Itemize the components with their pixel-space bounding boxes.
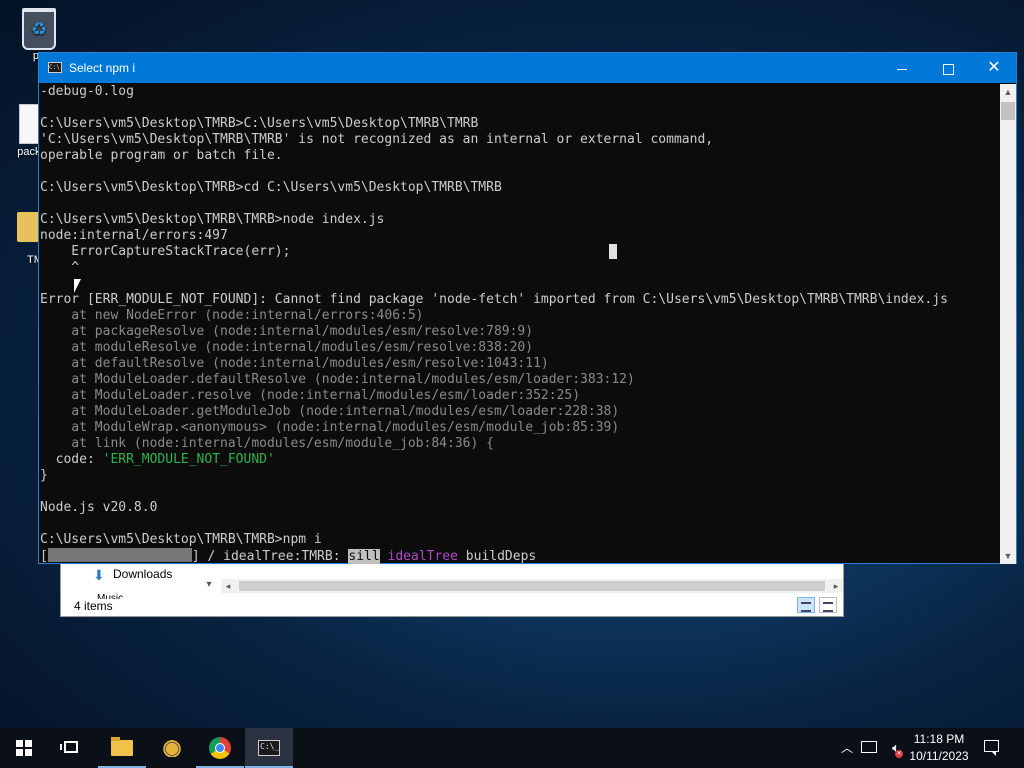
command-prompt-window[interactable]: C:\ Select npm i ✕ -debug-0.log C:\Users… [38,52,1017,564]
stack-trace-line: at packageResolve (node:internal/modules… [40,324,534,339]
close-icon: ✕ [987,59,1001,76]
file-explorer-taskbar-button[interactable] [98,728,146,768]
show-hidden-icons-chevron-icon[interactable]: ︿ [838,728,856,768]
nav-item-downloads[interactable]: ⬇ Downloads [61,561,217,585]
action-center-button[interactable] [978,728,1006,768]
console-line: C:\Users\vm5\Desktop\TMRB\TMRB>node inde… [40,212,385,227]
ideal-tree-label: idealTree [387,549,458,564]
notification-icon [984,740,999,756]
console-line: ^ [40,260,80,275]
log-level-sill: sill [348,549,380,564]
stack-trace-line: at ModuleLoader.defaultResolve (node:int… [40,372,635,387]
npm-progress-bar [47,548,192,562]
stack-trace-line: at ModuleLoader.getModuleJob (node:inter… [40,404,620,419]
console-line: ErrorCaptureStackTrace(err); [40,244,291,259]
scroll-down-icon[interactable]: ▼ [1000,548,1016,564]
scroll-thumb[interactable] [1001,102,1015,120]
console-vertical-scrollbar[interactable]: ▲ ▼ [1000,84,1016,564]
minimize-icon [897,68,907,70]
minimize-button[interactable] [879,53,925,83]
taskbar: C:\_ ︿ 🔈︎ ✕ 11:18 PM 10/11/2023 [0,728,1024,768]
error-line: Error [ERR_MODULE_NOT_FOUND]: Cannot fin… [40,292,948,307]
task-view-icon [60,741,78,753]
maximize-icon [942,63,954,75]
stack-trace-line: at new NodeError (node:internal/errors:4… [40,308,424,323]
error-code-value: 'ERR_MODULE_NOT_FOUND' [102,452,275,467]
bee-app-taskbar-button[interactable] [148,728,196,768]
item-count-status: 4 items [74,599,113,613]
network-icon[interactable] [861,741,877,753]
large-icons-view-button[interactable] [819,597,837,613]
scroll-right-icon[interactable]: ▸ [829,579,843,593]
stack-trace-line: at moduleResolve (node:internal/modules/… [40,340,534,355]
command-prompt-taskbar-button[interactable]: C:\_ [245,728,293,768]
window-title-bar[interactable]: C:\ Select npm i ✕ [39,53,1016,83]
maximize-button[interactable] [925,53,971,83]
error-code-key: code: [40,452,103,467]
command-prompt-icon: C:\ [48,62,62,73]
download-arrow-icon: ⬇ [93,567,105,583]
clock-date: 10/11/2023 [909,749,969,763]
mouse-pointer-icon [74,279,81,293]
stack-trace-line: at ModuleWrap.<anonymous> (node:internal… [40,420,620,435]
node-version-line: Node.js v20.8.0 [40,500,158,515]
console-output[interactable]: -debug-0.log C:\Users\vm5\Desktop\TMRB>C… [40,84,998,564]
npm-progress-line: [ ] / idealTree:TMRB: sill idealTree buil… [40,548,536,564]
chrome-taskbar-button[interactable] [196,728,244,768]
stack-trace-line: at ModuleLoader.resolve (node:internal/m… [40,388,581,403]
nav-scroll-down-icon[interactable]: ▾ [202,579,216,593]
scroll-thumb[interactable] [239,581,825,591]
text-cursor [609,244,617,259]
file-explorer-window: ⬇ Downloads Music ▾ ◂ ▸ 4 items [60,560,844,617]
console-line: C:\Users\vm5\Desktop\TMRB>cd C:\Users\vm… [40,180,502,195]
stack-trace-last-line: at link (node:internal/modules/esm/modul… [40,436,494,452]
file-explorer-icon [111,737,133,756]
build-deps-label: buildDeps [465,549,537,564]
scroll-left-icon[interactable]: ◂ [221,579,235,593]
window-title: Select npm i [69,61,136,75]
nav-item-label: Downloads [113,567,173,581]
volume-icon[interactable]: 🔈︎ [885,728,907,768]
details-view-button[interactable] [797,597,815,613]
console-line: } [40,468,48,483]
scroll-up-icon[interactable]: ▲ [1000,84,1016,100]
horizontal-scrollbar[interactable]: ◂ ▸ [221,579,843,593]
taskbar-clock[interactable]: 11:18 PM 10/11/2023 [905,731,973,765]
progress-open-bracket: [ [40,549,48,564]
command-prompt-icon: C:\_ [258,740,280,756]
console-line: C:\Users\vm5\Desktop\TMRB>C:\Users\vm5\D… [40,116,479,131]
windows-logo-icon [16,740,32,756]
console-line: node:internal/errors:497 [40,228,228,243]
console-line: operable program or batch file. [40,148,283,163]
muted-indicator-icon: ✕ [895,750,903,758]
stack-trace-line: at defaultResolve (node:internal/modules… [40,356,549,371]
recycle-bin-icon: ♻ [19,8,59,50]
progress-status: ] / idealTree:TMRB: [191,549,349,564]
console-line: -debug-0.log [40,84,134,99]
stack-trace-text: at link (node:internal/modules/esm/modul… [40,436,494,451]
task-view-button[interactable] [48,728,96,768]
close-button[interactable]: ✕ [971,53,1017,83]
clock-time: 11:18 PM [913,732,965,746]
console-line: 'C:\Users\vm5\Desktop\TMRB\TMRB' is not … [40,132,714,147]
prompt-line: C:\Users\vm5\Desktop\TMRB\TMRB>npm i [40,532,322,547]
chrome-icon [209,737,231,759]
bee-app-icon [163,739,181,757]
error-code-line: code: 'ERR_MODULE_NOT_FOUND' [40,452,275,468]
start-button[interactable] [0,728,48,768]
